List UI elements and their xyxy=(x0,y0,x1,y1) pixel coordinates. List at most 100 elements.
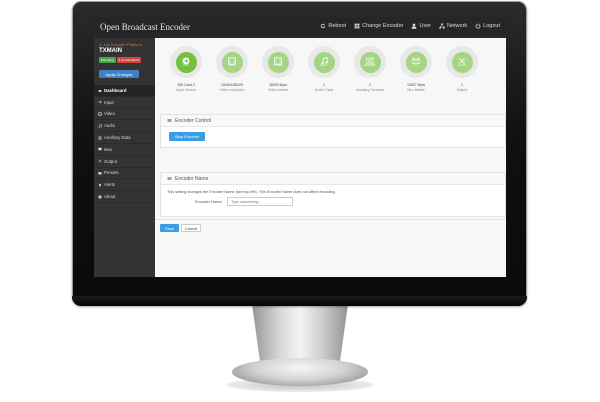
stat-tag: AUDIO xyxy=(320,65,328,68)
film-icon xyxy=(98,112,102,116)
stat-badge: INPUT xyxy=(175,51,197,73)
app-title: Open Broadcast Encoder xyxy=(100,22,190,32)
logout-button[interactable]: Logout xyxy=(475,23,500,29)
stat-video-resolution[interactable]: VIDEO 1920x1080i25 Video resolution xyxy=(213,46,251,92)
sidebar-item-mux[interactable]: Mux xyxy=(94,144,155,156)
app-screen: Open Broadcast Encoder Reboot Change Enc… xyxy=(94,17,506,277)
device-name: TXMAIN xyxy=(99,48,122,54)
stat-ring: MUX xyxy=(400,46,432,78)
music-icon xyxy=(98,123,102,128)
user-button[interactable]: User xyxy=(411,23,431,29)
stat-label: Output xyxy=(456,88,468,92)
music-icon xyxy=(321,57,328,65)
encoder-name-panel: Encoder Name This setting changes the En… xyxy=(160,172,506,217)
arrow-right-icon xyxy=(182,57,190,65)
cancel-button[interactable]: Cancel xyxy=(181,224,201,232)
panel-title: Encoder Name xyxy=(175,175,209,182)
stat-badge: ANCILLARY xyxy=(359,51,381,73)
sidebar-item-dashboard[interactable]: Dashboard xyxy=(94,85,155,97)
change-encoder-button[interactable]: Change Encoder xyxy=(354,23,403,29)
list-icon xyxy=(98,136,102,140)
sidebar-item-label: Output xyxy=(104,158,117,164)
stat-ancillary-services[interactable]: ANCILLARY 2 Ancillary Services xyxy=(351,46,389,92)
stat-ring: INPUT xyxy=(170,46,202,78)
list-icon xyxy=(167,119,172,122)
sidebar-item-presets[interactable]: Presets xyxy=(94,168,155,180)
change-encoder-label: Change Encoder xyxy=(362,23,404,29)
apply-changes-button[interactable]: Apply Changes xyxy=(99,70,139,78)
stat-value: 1 xyxy=(461,83,463,87)
stat-ring: ANCILLARY xyxy=(354,46,386,78)
film-icon xyxy=(228,57,236,65)
logout-label: Logout xyxy=(483,23,500,29)
sidebar-item-video[interactable]: Video xyxy=(94,109,155,121)
stat-label: Video resolution xyxy=(219,88,245,92)
power-icon xyxy=(475,23,481,29)
platform-name: C-100 Encoder Platform xyxy=(99,42,142,47)
info-icon xyxy=(98,194,102,199)
stat-ring: AUDIO xyxy=(308,46,340,78)
stat-ring: VIDEO xyxy=(216,46,248,78)
sidebar-item-input[interactable]: Input xyxy=(94,97,155,109)
reboot-label: Reboot xyxy=(328,23,347,29)
stat-video-bitrate[interactable]: BITRATE 18000 kbps Video bitrate xyxy=(259,46,297,92)
stat-tag: OUTPUT xyxy=(457,65,467,68)
stop-encoder-button[interactable]: Stop Encoder xyxy=(169,132,205,141)
sidebar-item-audio[interactable]: Audio xyxy=(94,120,155,133)
stat-value: 18000 kbps xyxy=(268,83,288,87)
monitor-stand-base xyxy=(232,358,368,386)
panel-header: Encoder Control xyxy=(161,115,505,127)
sidebar-item-label: Ancillary Data xyxy=(104,135,131,141)
dashboard-stats: INPUT SDI Card 0 Input Device VIDEO 1920… xyxy=(167,46,485,104)
stat-tag: INPUT xyxy=(182,65,190,68)
reboot-button[interactable]: Reboot xyxy=(320,23,346,29)
stat-badge: VIDEO xyxy=(221,51,243,73)
stat-label: Mux bitrate xyxy=(407,88,425,92)
encoder-control-panel: Encoder Control Stop Encoder xyxy=(160,114,506,148)
alerts-badge[interactable]: 4 Unread Alerts xyxy=(116,57,142,63)
stat-tag: VIDEO xyxy=(228,65,236,68)
stat-badge: MUX xyxy=(405,51,427,73)
sidebar-item-label: About xyxy=(104,194,116,200)
stat-value: 1920x1080i25 xyxy=(221,83,243,87)
sidebar-item-ancillary-data[interactable]: Ancillary Data xyxy=(94,132,155,144)
refresh-icon xyxy=(321,23,326,29)
stat-audio-track[interactable]: AUDIO 1 Audio Track xyxy=(305,46,343,92)
list-icon xyxy=(366,57,374,65)
encoding-badge: Encoding xyxy=(99,57,116,63)
encoder-name-input[interactable] xyxy=(227,197,293,206)
mux-icon xyxy=(98,148,102,151)
sidebar-item-label: Mux xyxy=(104,146,113,152)
sidebar-item-about[interactable]: About xyxy=(94,191,155,203)
sidebar-item-label: Presets xyxy=(104,170,119,176)
monitor-chin xyxy=(72,296,527,306)
sidebar-item-output[interactable]: Output xyxy=(94,156,155,168)
stat-ring: BITRATE xyxy=(262,46,294,78)
panel-header: Encoder Name xyxy=(161,173,505,185)
stat-mux-bitrate[interactable]: MUX 19527 kbps Mux bitrate xyxy=(397,46,435,92)
main-content: INPUT SDI Card 0 Input Device VIDEO 1920… xyxy=(155,38,506,277)
sidebar-item-alerts[interactable]: Alerts xyxy=(94,179,155,192)
stat-value: 19527 kbps xyxy=(406,83,426,87)
stat-value: SDI Card 0 xyxy=(177,83,195,87)
stat-ring: OUTPUT xyxy=(446,46,478,78)
sidebar-item-label: Video xyxy=(104,111,115,117)
list-icon xyxy=(167,177,172,180)
sidebar: C-100 Encoder Platform TXMAIN Encoding 4… xyxy=(94,38,155,277)
dashboard-icon xyxy=(98,90,102,92)
stat-label: Input Device xyxy=(176,88,196,92)
stat-tag: ANCILLARY xyxy=(363,65,377,68)
stat-input[interactable]: INPUT SDI Card 0 Input Device xyxy=(167,46,205,92)
network-button[interactable]: Network xyxy=(439,23,467,29)
monitor-scene: Open Broadcast Encoder Reboot Change Enc… xyxy=(0,0,600,402)
stat-value: 2 xyxy=(369,83,371,87)
stat-badge: OUTPUT xyxy=(451,51,473,73)
film-icon xyxy=(274,57,282,65)
status-badges: Encoding 4 Unread Alerts xyxy=(99,57,142,63)
top-nav: Reboot Change Encoder User Network Logou… xyxy=(320,23,500,29)
divider xyxy=(155,219,506,220)
save-button[interactable]: Save xyxy=(160,224,179,232)
stat-output[interactable]: OUTPUT 1 Output xyxy=(443,46,481,92)
user-label: User xyxy=(419,23,431,29)
bell-icon xyxy=(98,183,102,187)
